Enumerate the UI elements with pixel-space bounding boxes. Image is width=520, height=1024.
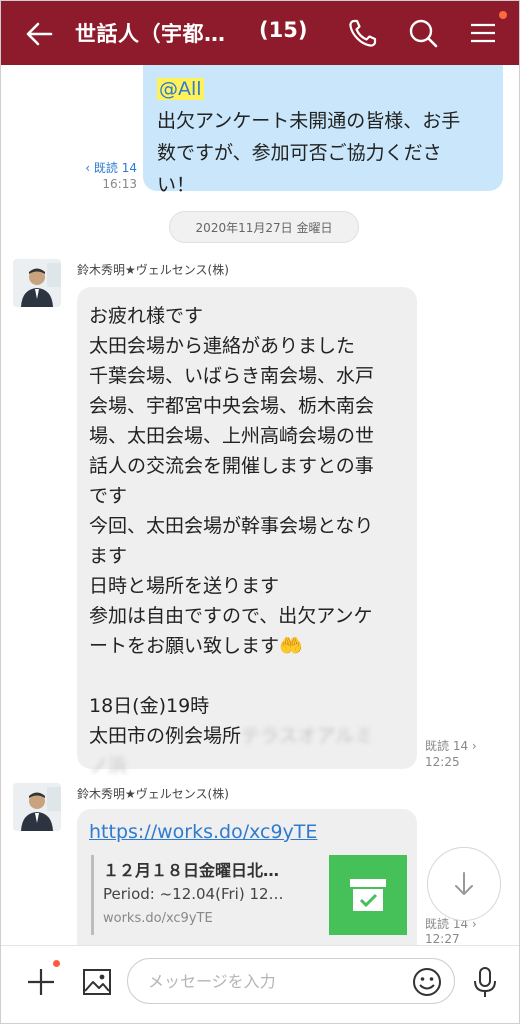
plus-icon[interactable] [23,964,59,1000]
preview-divider [91,855,94,935]
preview-title: １２月１８日金曜日北… [103,861,280,880]
message-line: 日時と場所を送ります [89,575,280,597]
message-link[interactable]: https://works.do/xc9yTE [89,821,317,843]
message-line: 今回、太田会場が幹事会場となり [89,515,374,537]
message-line: 数ですが、参加可否ご協力くださ [157,142,442,164]
scroll-to-bottom-button[interactable] [427,847,501,921]
sender-name: 鈴木秀明★ヴェルセンス(株) [77,263,229,277]
message-list[interactable]: @All 出欠アンケート未開通の皆様、お手 数ですが、参加可否ご協力くださ い！… [1,65,519,945]
scroll-down-icon [455,872,473,895]
sender-name: 鈴木秀明★ヴェルセンス(株) [77,787,229,801]
menu-icon[interactable] [465,15,501,51]
preview-thumbnail [329,855,407,935]
preview-url: works.do/xc9yTE [103,911,213,926]
chat-screen: 世話人（宇都… (15) @All 出欠アンケート未開通の皆様、お手 数ですが、… [0,0,520,1024]
notification-dot [499,11,507,19]
message-line: 出欠アンケート未開通の皆様、お手 [157,110,461,132]
avatar-photo-icon [13,259,61,307]
message-line: 太田市の例会場所テラスオアルミ [89,721,405,751]
incoming-message-bubble[interactable]: お疲れ様です 太田会場から連絡がありました 千葉会場、いばらき南会場、水戸 会場… [77,287,417,777]
message-input[interactable] [127,958,455,1004]
message-line: 千葉会場、いばらき南会場、水戸 [89,365,375,387]
box-check-icon [350,879,386,911]
message-composer [1,945,519,1023]
message-text: 太田市の例会場所 [89,725,242,747]
microphone-icon[interactable] [467,964,503,1000]
message-line: い！ [157,174,196,196]
avatar[interactable] [13,783,61,831]
message-line: ます [89,545,128,567]
message-line: 参加は自由ですので、出欠アンケ [89,605,373,627]
message-time: 16:13 [102,177,137,191]
incoming-link-bubble[interactable]: https://works.do/xc9yTE １２月１８日金曜日北… Peri… [77,809,417,945]
mention-all[interactable]: @All [157,78,204,100]
avatar[interactable] [13,259,61,307]
member-count: (15) [259,18,308,42]
attachment-badge-dot [53,960,60,967]
message-line: 太田会場から連絡がありました [89,335,356,357]
link-preview-card[interactable]: １２月１８日金曜日北… Period: ~12.04(Fri) 12… work… [91,855,407,935]
chat-header: 世話人（宇都… (15) [1,1,519,65]
search-icon[interactable] [405,15,441,51]
message-line: ートをお願い致します🤲 [89,635,303,657]
emoji-icon[interactable] [409,964,445,1000]
read-receipt[interactable]: 既読 14 › [425,737,477,754]
blurred-text: テラスオアルミ [241,725,374,747]
chat-title[interactable]: 世話人（宇都… [75,18,226,48]
avatar-photo-icon [13,783,61,831]
message-line: 場、太田会場、上州高崎会場の世 [89,425,375,447]
message-line: お疲れ様です [89,305,204,327]
outgoing-message-bubble[interactable]: @All 出欠アンケート未開通の皆様、お手 数ですが、参加可否ご協力くださ い！ [143,65,503,196]
image-icon[interactable] [79,964,115,1000]
blurred-text: ノ浜 [89,755,128,777]
phone-icon[interactable] [345,15,381,51]
message-line: です [89,485,128,507]
message-time: 12:27 [425,932,460,945]
date-separator: 2020年11月27日 金曜日 [169,211,359,243]
back-arrow-icon[interactable] [23,17,57,51]
read-receipt[interactable]: ‹ 既読 14 [79,159,137,176]
message-line: 18日(金)19時 [89,695,210,717]
preview-description: Period: ~12.04(Fri) 12… [103,885,284,903]
message-line: 会場、宇都宮中央会場、栃木南会 [89,395,375,417]
message-line: 話人の交流会を開催しますとの事 [89,455,374,477]
message-time: 12:25 [425,755,460,769]
